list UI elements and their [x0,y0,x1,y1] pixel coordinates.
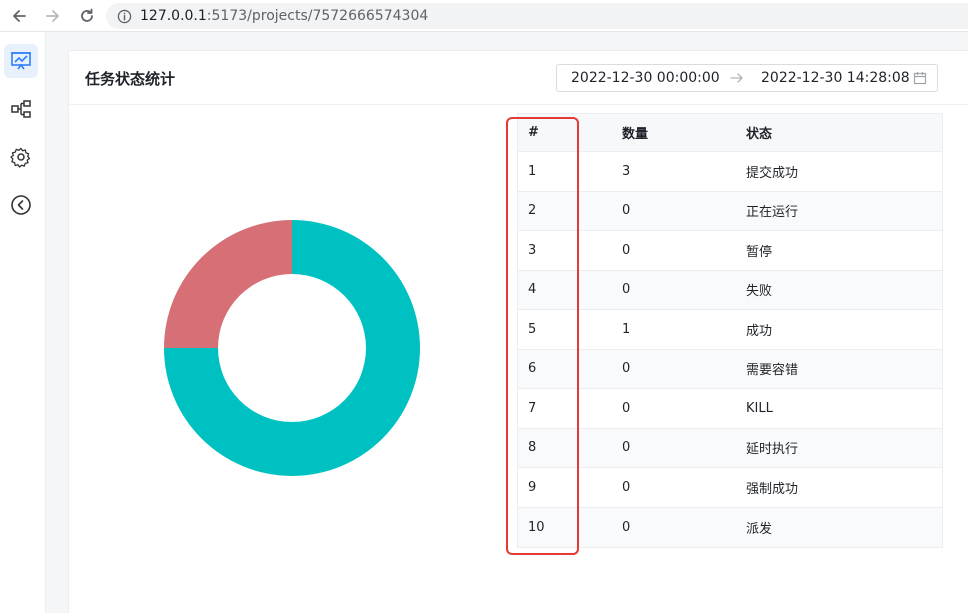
sidebar-item-statistics[interactable] [4,44,38,78]
cell-count: 0 [622,242,631,258]
cell-index: 8 [528,440,537,456]
cell-status: 强制成功 [746,481,799,497]
cell-count: 3 [622,163,631,179]
gear-icon [10,147,31,168]
address-bar[interactable]: 127.0.0.1:5173/projects/7572666574304 [106,3,968,29]
cell-status: 暂停 [746,244,773,260]
url-host: 127.0.0.1 [140,8,207,24]
cell-index: 4 [528,282,537,298]
table-row: 10 0 派发 [518,507,942,547]
table-header-row: # 数量 状态 [518,114,942,152]
cell-count: 0 [622,400,631,416]
table-row: 2 0 正在运行 [518,191,942,231]
cell-status: 派发 [746,521,773,537]
cell-count: 0 [622,282,631,298]
table-row: 6 0 需要容错 [518,349,942,389]
header-status: 状态 [746,127,773,142]
table-row: 4 0 失败 [518,270,942,310]
table-row: 1 3 提交成功 [518,152,942,192]
workflow-icon [11,100,31,118]
cell-count: 0 [622,361,631,377]
cell-count: 0 [622,440,631,456]
cell-count: 0 [622,519,631,535]
header-count: 数量 [622,127,649,142]
forward-button[interactable] [42,5,64,27]
card-title: 任务状态统计 [85,70,176,88]
cell-status: 正在运行 [746,205,799,221]
donut-slice-2[interactable] [164,220,292,348]
donut-chart [163,219,421,477]
table-row: 3 0 暂停 [518,231,942,271]
header-index: # [528,125,539,140]
cell-index: 3 [528,242,537,258]
cell-status: 提交成功 [746,165,799,181]
table-row: 9 0 强制成功 [518,468,942,508]
date-end-input[interactable]: 2022-12-30 14:28:08 [761,70,910,86]
cell-status: 需要容错 [746,363,799,379]
cell-status: 失败 [746,284,773,300]
table-row: 8 0 延时执行 [518,428,942,468]
sidebar [0,32,46,613]
cell-count: 0 [622,479,631,495]
date-range-picker[interactable]: 2022-12-30 00:00:00 2022-12-30 14:28:08 [556,64,938,92]
task-status-card: 任务状态统计 2022-12-30 00:00:00 2022-12-30 14… [68,50,968,613]
table-row: 7 0 KILL [518,389,942,429]
cell-index: 7 [528,400,537,416]
card-header: 任务状态统计 2022-12-30 00:00:00 2022-12-30 14… [69,51,968,105]
cell-index: 9 [528,479,537,495]
browser-toolbar: 127.0.0.1:5173/projects/7572666574304 [0,0,968,32]
back-button[interactable] [8,5,30,27]
status-table: # 数量 状态 1 3 提交成功 2 0 正在运行 3 0 暂停 4 0 失败 5 1 成功 6 0 需要容错 7 0… [517,113,943,548]
sidebar-item-settings[interactable] [4,140,38,174]
url-path: :5173/projects/7572666574304 [206,8,429,24]
arrow-left-icon [13,9,26,22]
reload-icon [81,8,93,22]
cell-index: 6 [528,361,537,377]
table-row: 5 1 成功 [518,310,942,350]
sidebar-collapse-button[interactable] [4,188,38,222]
cell-index: 2 [528,203,537,219]
cell-index: 1 [528,163,537,179]
reload-button[interactable] [76,5,98,27]
cell-status: 成功 [746,323,773,339]
cell-count: 0 [622,203,631,219]
donut-chart-svg [164,220,420,476]
cell-index: 5 [528,321,537,337]
collapse-left-icon [11,195,31,215]
cell-index: 10 [528,519,545,535]
cell-status: 延时执行 [746,442,799,458]
date-start-input[interactable]: 2022-12-30 00:00:00 [571,70,720,86]
arrow-right-icon [730,71,744,89]
calendar-icon[interactable] [913,71,927,89]
sidebar-item-workflow[interactable] [4,92,38,126]
site-info-icon[interactable] [116,8,132,24]
cell-status: KILL [746,400,773,416]
arrow-right-icon [46,9,59,22]
cell-count: 1 [622,321,631,337]
presentation-chart-icon [11,52,31,70]
